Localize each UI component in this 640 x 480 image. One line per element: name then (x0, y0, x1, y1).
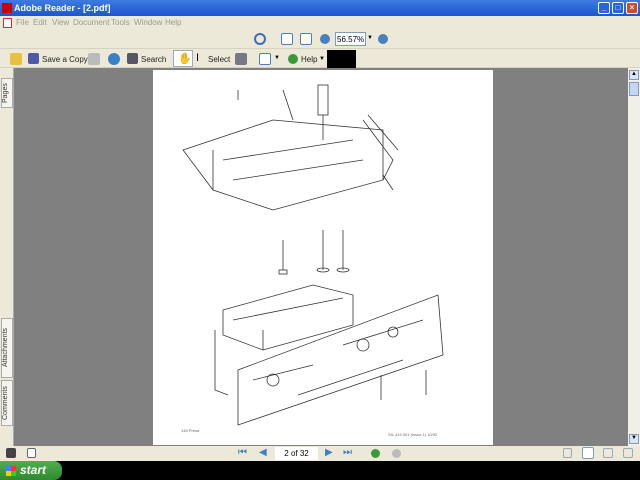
save-copy-label: Save a Copy (42, 55, 88, 64)
tab-comments[interactable]: Comments (1, 380, 13, 426)
menu-tools[interactable]: Tools (111, 18, 130, 27)
panel-icon[interactable] (6, 448, 16, 458)
help-label: Help (301, 55, 318, 64)
next-page-button[interactable]: ▶ (325, 447, 333, 458)
black-banner (327, 50, 356, 68)
adobe-icon (2, 3, 12, 13)
window-title: Adobe Reader - [2.pdf] (14, 3, 111, 13)
hand-tool-button[interactable]: ✋ (173, 50, 193, 67)
zoom-value: 56.57% (337, 35, 365, 44)
zoom-in-icon[interactable] (378, 34, 388, 44)
facing-icon[interactable] (603, 448, 613, 458)
maximize-button[interactable]: □ (612, 2, 624, 14)
go-forward-icon[interactable] (392, 449, 401, 458)
previous-page-button[interactable]: ◀ (259, 447, 267, 458)
tab-pages[interactable]: Pages (1, 78, 13, 108)
search-label: Search (141, 55, 167, 64)
continuous-icon[interactable] (582, 447, 594, 459)
document-properties-icon[interactable] (27, 448, 36, 458)
document-icon (3, 18, 12, 28)
page-footer-left: 145 Prima (181, 428, 200, 433)
menu-edit[interactable]: Edit (33, 18, 47, 27)
navigation-pane-tabs: Pages Attachments Comments (0, 68, 14, 446)
first-page-button[interactable]: ⏮ (238, 447, 247, 458)
single-page-icon[interactable] (563, 448, 572, 458)
menu-file[interactable]: File (16, 18, 29, 27)
start-button[interactable]: start (0, 461, 62, 480)
page-indicator: 2 of 32 (284, 449, 309, 458)
continuous-facing-icon[interactable] (623, 448, 633, 458)
last-page-button[interactable]: ⏭ (343, 447, 352, 458)
menu-bar: File Edit View Document Tools Window Hel… (0, 16, 640, 30)
select-label: Select (208, 55, 231, 64)
tab-attachments[interactable]: Attachments (1, 318, 13, 378)
status-bar: ⏮ ◀ 2 of 32 ▶ ⏭ (0, 446, 640, 461)
zoom-in-tool-icon[interactable] (254, 33, 266, 45)
menu-document[interactable]: Document (73, 18, 109, 27)
taskbar (0, 461, 640, 480)
title-bar: Adobe Reader - [2.pdf] _ □ × (0, 0, 640, 16)
help-button[interactable]: Help ▼ (288, 52, 326, 66)
windows-logo-icon (6, 466, 16, 476)
save-icon (28, 53, 39, 64)
scroll-up-button[interactable]: ▲ (629, 70, 639, 80)
menu-help[interactable]: Help (165, 18, 181, 27)
scroll-thumb[interactable] (629, 82, 639, 96)
scroll-down-button[interactable]: ▼ (629, 434, 639, 444)
menu-window[interactable]: Window (134, 18, 162, 27)
layout-dropdown-icon[interactable]: ▼ (274, 55, 280, 61)
open-icon[interactable] (10, 53, 22, 65)
search-button[interactable]: Search (127, 52, 167, 66)
zoom-toolbar: 56.57% ▼ (0, 30, 640, 49)
print-icon[interactable] (88, 53, 100, 65)
help-icon (288, 54, 298, 64)
menu-view[interactable]: View (52, 18, 69, 27)
zoom-input[interactable]: 56.57% (335, 32, 366, 46)
fit-width-icon[interactable] (300, 33, 312, 45)
page-footer-right: SIL 413 001 (Issue 1) 10/92 (388, 432, 438, 437)
hand-icon: ✋ (178, 53, 192, 65)
minimize-button[interactable]: _ (598, 2, 610, 14)
page-number-input[interactable]: 2 of 32 (275, 447, 318, 460)
zoom-dropdown-icon[interactable]: ▼ (367, 35, 373, 41)
select-tool-button[interactable]: I Select (196, 52, 232, 66)
main-toolbar: Save a Copy Search ✋ I Select ▼ Help ▼ (0, 49, 640, 68)
pdf-page: 145 Prima SIL 413 001 (Issue 1) 10/92 (153, 70, 493, 445)
vertical-scrollbar[interactable]: ▲ ▼ (628, 68, 640, 446)
binoculars-icon (127, 53, 138, 64)
go-back-icon[interactable] (371, 449, 380, 458)
zoom-out-icon[interactable] (320, 34, 330, 44)
email-icon[interactable] (108, 53, 120, 65)
fit-page-icon[interactable] (281, 33, 293, 45)
page-layout-icon[interactable] (259, 53, 271, 65)
engine-parts-diagram (182, 84, 444, 426)
help-dropdown-icon: ▼ (319, 56, 325, 62)
text-cursor-icon: I (196, 52, 200, 64)
start-label: start (20, 463, 47, 477)
snapshot-icon[interactable] (235, 53, 247, 65)
close-button[interactable]: × (626, 2, 638, 14)
